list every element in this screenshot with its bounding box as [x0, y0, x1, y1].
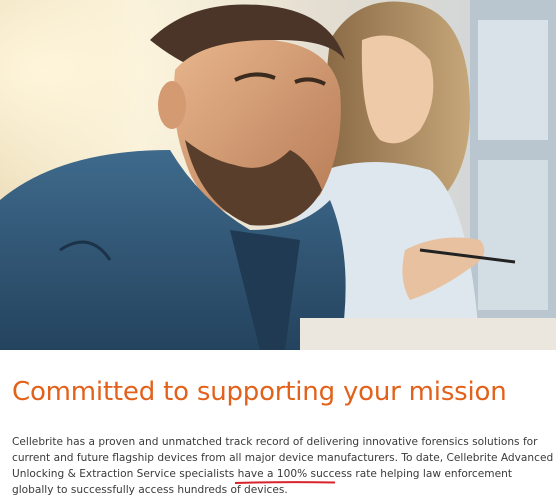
- hero-photo: [0, 0, 556, 350]
- success-rate-highlight: have a 100% success rate: [238, 468, 377, 480]
- page: Committed to supporting your mission Cel…: [0, 0, 556, 502]
- mission-paragraph: Cellebrite has a proven and unmatched tr…: [12, 434, 556, 498]
- red-underline-annotation: [235, 480, 335, 485]
- page-title: Committed to supporting your mission: [12, 377, 507, 407]
- success-rate-text: have a 100% success rate: [237, 468, 377, 480]
